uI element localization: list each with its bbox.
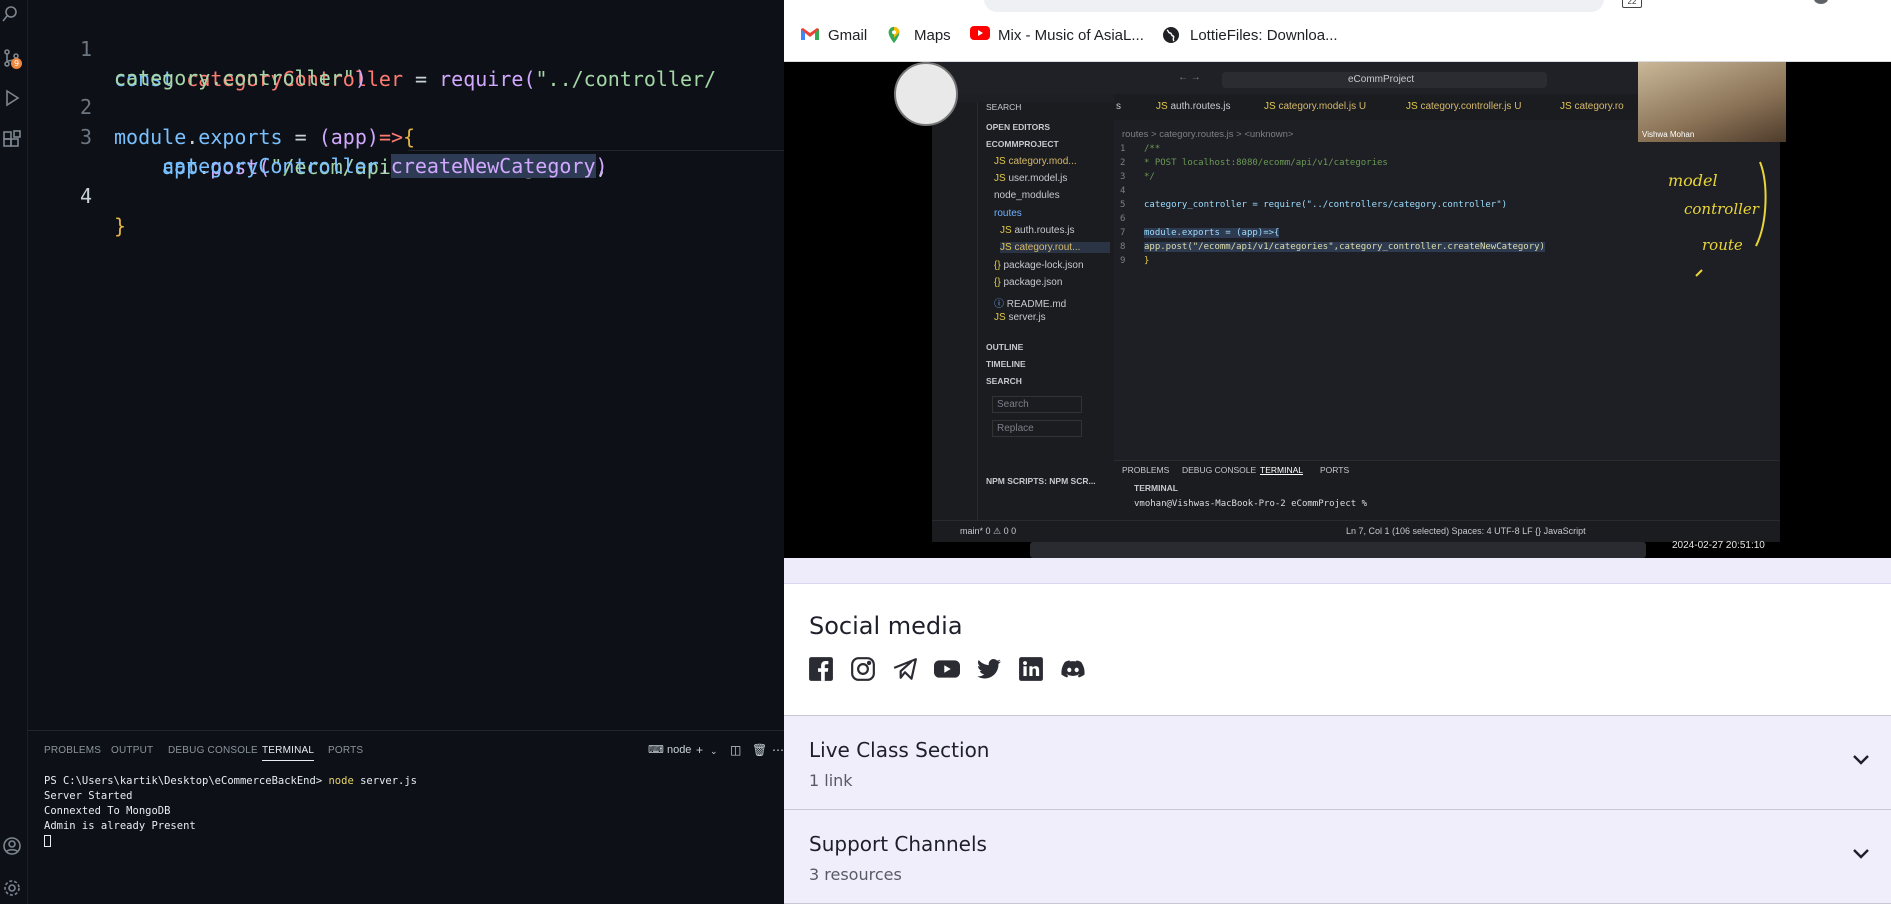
video-mac-dock [1030, 542, 1646, 558]
current-line-highlight [408, 150, 798, 151]
svg-text:route: route [1702, 236, 1743, 254]
bottom-panel: PROBLEMS OUTPUT DEBUG CONSOLE TERMINAL P… [28, 730, 784, 904]
terminal-icon: ⌨ [648, 744, 664, 756]
video-player[interactable]: eCommProject ← → s JS auth.routes.js JS … [784, 62, 1891, 558]
arrow-left-icon: ← → [1178, 72, 1201, 83]
manage-gear-icon[interactable] [2, 878, 22, 898]
facebook-icon[interactable] [808, 656, 834, 682]
tab-terminal[interactable]: TERMINAL [262, 745, 315, 761]
accordion-subtitle: 1 link [809, 771, 853, 790]
bookmark-gmail[interactable]: Gmail [800, 26, 867, 44]
linkedin-icon[interactable] [1018, 656, 1044, 682]
svg-text:controller: controller [1684, 200, 1760, 218]
source-control-badge: 9 [11, 58, 22, 69]
account-icon[interactable] [2, 836, 22, 856]
accordion-support-channels[interactable]: Support Channels 3 resources [784, 810, 1891, 904]
video-terminal-panel: PROBLEMS DEBUG CONSOLE TERMINAL PORTS TE… [1114, 460, 1780, 526]
tab-debug-console[interactable]: DEBUG CONSOLE [168, 745, 258, 756]
globe-icon [1162, 26, 1182, 44]
vscode-window: 9 1 const categoryController = require("… [0, 0, 798, 904]
social-media-section: Social media [784, 584, 1891, 716]
code-line-2: 2 module.exports = (app)=>{ [28, 62, 415, 149]
more-icon[interactable]: ⋯ [772, 743, 784, 757]
bookmark-lottiefiles[interactable]: LottieFiles: Downloa... [1162, 26, 1338, 44]
terminal-instance-label[interactable]: ⌨ node [648, 743, 691, 756]
section-divider [784, 558, 1891, 584]
tab-count[interactable]: 22 [1622, 0, 1642, 8]
telegram-icon[interactable] [892, 656, 918, 682]
chevron-down-icon[interactable] [1851, 752, 1871, 766]
chevron-down-icon[interactable]: ⌄ [710, 746, 718, 757]
terminal-line: Admin is already Present [44, 820, 196, 832]
tab-problems[interactable]: PROBLEMS [44, 745, 101, 756]
extensions-icon[interactable] [2, 130, 22, 150]
code-line-3: 3 app.post("/ecom/api/v1/auth/signin" , [28, 92, 608, 179]
split-terminal-icon[interactable]: ◫ [730, 743, 741, 757]
profile-avatar[interactable] [1814, 0, 1828, 4]
bookmark-maps[interactable]: Maps [886, 26, 951, 44]
video-breadcrumb: routes > category.routes.js > <unknown> [1122, 129, 1294, 140]
terminal-cursor [44, 835, 51, 847]
accordion-subtitle: 3 resources [809, 865, 902, 884]
youtube-icon[interactable] [934, 656, 960, 682]
code-line-3-wrap: categoryController.createNewCategory) [162, 154, 608, 178]
code-line-1: 1 const categoryController = require("..… [28, 4, 716, 91]
code-editor[interactable]: 1 const categoryController = require("..… [28, 0, 798, 730]
code-line-4: 4 } [28, 151, 126, 238]
new-terminal-icon[interactable]: + [696, 743, 703, 757]
maps-pin-icon [886, 26, 906, 44]
address-bar[interactable] [984, 0, 1604, 12]
video-status-bar: main* 0 ⚠ 0 0 Ln 7, Col 1 (106 selected)… [932, 520, 1780, 542]
handwriting-annotation: model controller route [1668, 161, 1767, 277]
terminal-line: Connexted To MongoDB [44, 805, 171, 817]
gmail-icon [800, 26, 820, 44]
run-debug-icon[interactable] [2, 88, 22, 108]
accordion-live-class[interactable]: Live Class Section 1 link [784, 716, 1891, 810]
video-explorer: SEARCH OPEN EDITORS ECOMMPROJECT JS cate… [978, 102, 1114, 542]
video-timestamp: 2024-02-27 20:51:10 [1672, 540, 1765, 551]
trash-icon[interactable]: 🗑 [752, 743, 767, 757]
bookmarks-bar: 22 Gmail Maps Mix - Music of AsiaL... Lo… [784, 0, 1891, 62]
instagram-icon[interactable] [850, 656, 876, 682]
terminal-line: Server Started [44, 790, 133, 802]
code-line-1-wrap: category.controller") [114, 66, 367, 90]
svg-text:model: model [1668, 171, 1718, 190]
bookmark-youtube-mix[interactable]: Mix - Music of AsiaL... [970, 26, 1144, 44]
annotation-tool-wheel [894, 62, 958, 126]
search-icon[interactable] [2, 4, 22, 24]
tab-output[interactable]: OUTPUT [111, 745, 153, 756]
discord-icon[interactable] [1060, 656, 1086, 682]
accordion-title: Support Channels [809, 832, 987, 856]
chevron-down-icon[interactable] [1851, 846, 1871, 860]
twitter-icon[interactable] [976, 656, 1002, 682]
video-activity-bar [932, 102, 978, 542]
selected-text: createNewCategory [390, 154, 596, 178]
accordion-title: Live Class Section [809, 738, 990, 762]
browser-window: 22 Gmail Maps Mix - Music of AsiaL... Lo… [784, 0, 1891, 904]
video-command-center: eCommProject [1222, 72, 1547, 88]
terminal-line: PS C:\Users\kartik\Desktop\eCommerceBack… [44, 775, 417, 787]
activity-bar: 9 [0, 0, 28, 904]
section-title: Social media [809, 612, 963, 640]
webcam-overlay: Vishwa Mohan [1638, 62, 1786, 142]
line-number: 4 [79, 184, 92, 208]
youtube-icon [970, 26, 990, 44]
tab-ports[interactable]: PORTS [328, 745, 363, 756]
